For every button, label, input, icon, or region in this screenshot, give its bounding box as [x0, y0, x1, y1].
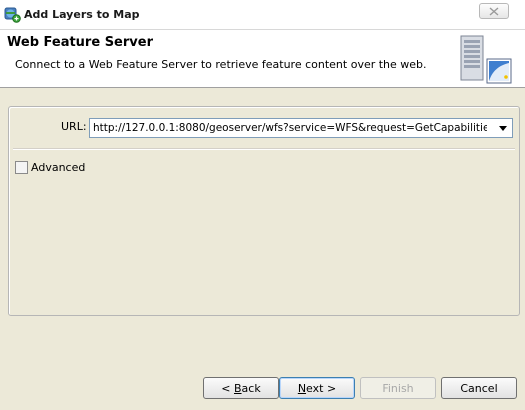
url-label: URL: — [61, 120, 87, 133]
close-icon — [489, 6, 499, 16]
page-description: Connect to a Web Feature Server to retri… — [15, 58, 427, 71]
add-layers-dialog: Add Layers to Map Web Feature Server Con… — [0, 0, 525, 410]
wizard-header: Web Feature Server Connect to a Web Feat… — [0, 30, 525, 88]
finish-button[interactable]: Finish — [360, 377, 436, 399]
title-bar: Add Layers to Map — [0, 0, 525, 30]
advanced-option[interactable]: Advanced — [15, 160, 85, 175]
chevron-down-icon — [499, 125, 507, 131]
cancel-button[interactable]: Cancel — [441, 377, 517, 399]
divider — [13, 148, 515, 150]
close-button[interactable] — [479, 3, 509, 19]
page-title: Web Feature Server — [7, 35, 153, 50]
add-layers-icon — [4, 6, 21, 23]
url-input[interactable] — [90, 119, 490, 137]
back-button[interactable]: < Back — [203, 377, 279, 399]
server-icon — [459, 35, 513, 85]
url-dropdown-button[interactable] — [494, 119, 512, 137]
connection-panel: URL: Advanced — [8, 106, 520, 316]
window-title: Add Layers to Map — [24, 8, 140, 21]
next-button[interactable]: Next > — [279, 377, 355, 399]
advanced-label: Advanced — [31, 161, 86, 174]
advanced-checkbox[interactable] — [15, 161, 28, 174]
url-combobox[interactable] — [89, 118, 513, 138]
